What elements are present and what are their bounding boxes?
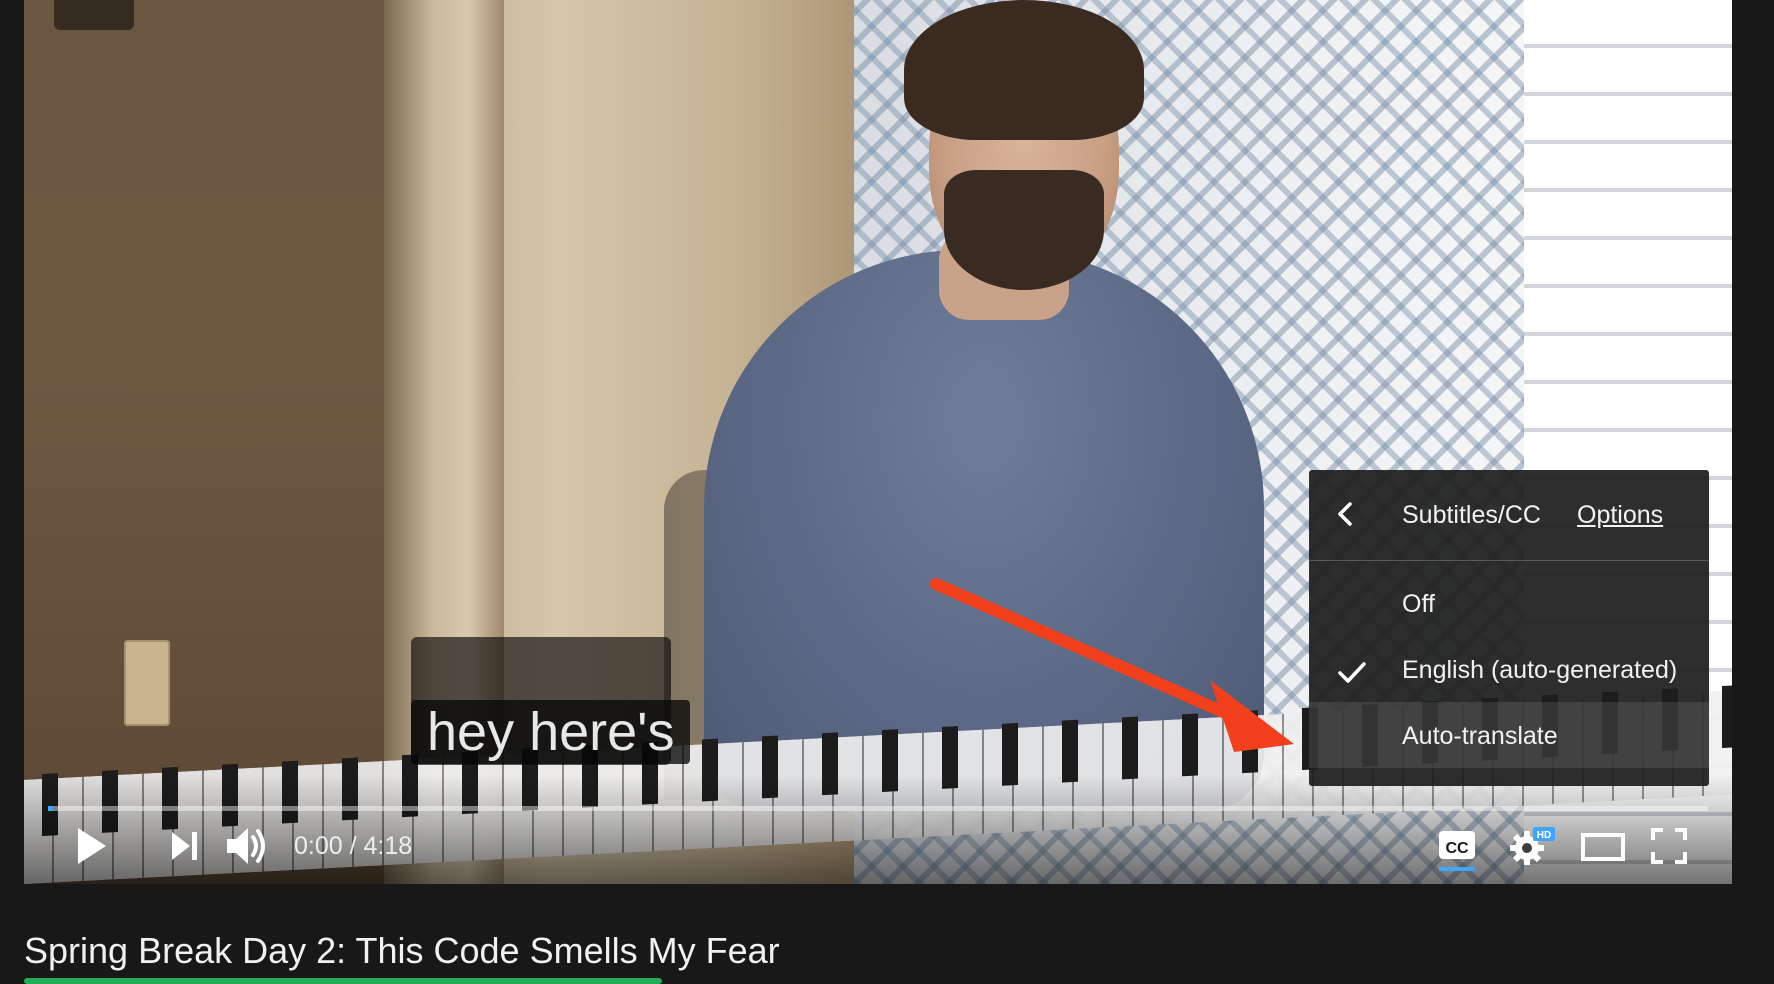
volume-icon bbox=[227, 828, 265, 864]
title-underline bbox=[24, 978, 662, 984]
current-time: 0:00 bbox=[294, 832, 343, 860]
cc-icon: CC bbox=[1439, 831, 1475, 871]
volume-button[interactable] bbox=[224, 824, 272, 868]
play-button[interactable] bbox=[74, 826, 110, 866]
time-display: 0:00 / 4:18 bbox=[294, 832, 412, 861]
fullscreen-icon bbox=[1651, 828, 1687, 864]
progress-bar[interactable] bbox=[48, 806, 1708, 811]
person-hair bbox=[904, 0, 1144, 140]
caption-text: hey here's bbox=[411, 700, 691, 764]
subtitle-option-label: Off bbox=[1402, 590, 1435, 618]
subtitles-menu-title: Subtitles/CC bbox=[1402, 501, 1541, 529]
subtitle-option-label: Auto-translate bbox=[1402, 722, 1558, 750]
chevron-left-icon bbox=[1338, 502, 1352, 526]
subtitles-button[interactable]: CC bbox=[1437, 829, 1477, 873]
next-icon bbox=[172, 832, 197, 860]
duration: 4:18 bbox=[363, 832, 413, 860]
theater-mode-button[interactable] bbox=[1581, 832, 1625, 862]
settings-button[interactable]: HD bbox=[1509, 826, 1557, 866]
page: hey here's 0:00 / 4:18 CC HD Subtitles/C… bbox=[0, 0, 1774, 984]
subtitles-menu: Subtitles/CC Options Off English (auto-g… bbox=[1309, 470, 1709, 786]
subtitle-option-off[interactable]: Off bbox=[1309, 570, 1709, 636]
subtitle-option-auto-translate[interactable]: Auto-translate bbox=[1309, 702, 1709, 768]
gear-icon: HD bbox=[1510, 827, 1555, 865]
subtitles-options-link[interactable]: Options bbox=[1577, 501, 1663, 530]
theater-mode-icon bbox=[1581, 833, 1625, 861]
subtitle-option-english[interactable]: English (auto-generated) bbox=[1309, 636, 1709, 702]
wall bbox=[24, 0, 419, 884]
time-separator: / bbox=[342, 832, 364, 860]
top-left-badge bbox=[54, 0, 134, 30]
subtitle-option-label: English (auto-generated) bbox=[1402, 656, 1678, 684]
cc-label: CC bbox=[1445, 840, 1469, 857]
video-player[interactable]: hey here's 0:00 / 4:18 CC HD Subtitles/C… bbox=[24, 0, 1732, 884]
hd-badge: HD bbox=[1537, 830, 1551, 841]
back-button[interactable] bbox=[1333, 501, 1359, 527]
progress-played bbox=[48, 806, 53, 811]
check-icon bbox=[1338, 662, 1366, 683]
wall-outlet bbox=[124, 640, 170, 726]
next-button[interactable] bbox=[169, 829, 201, 863]
video-title: Spring Break Day 2: This Code Smells My … bbox=[24, 930, 780, 971]
person-beard bbox=[944, 170, 1104, 290]
fullscreen-button[interactable] bbox=[1651, 828, 1687, 864]
subtitles-menu-header: Subtitles/CC Options bbox=[1309, 470, 1709, 561]
play-icon bbox=[78, 828, 106, 864]
